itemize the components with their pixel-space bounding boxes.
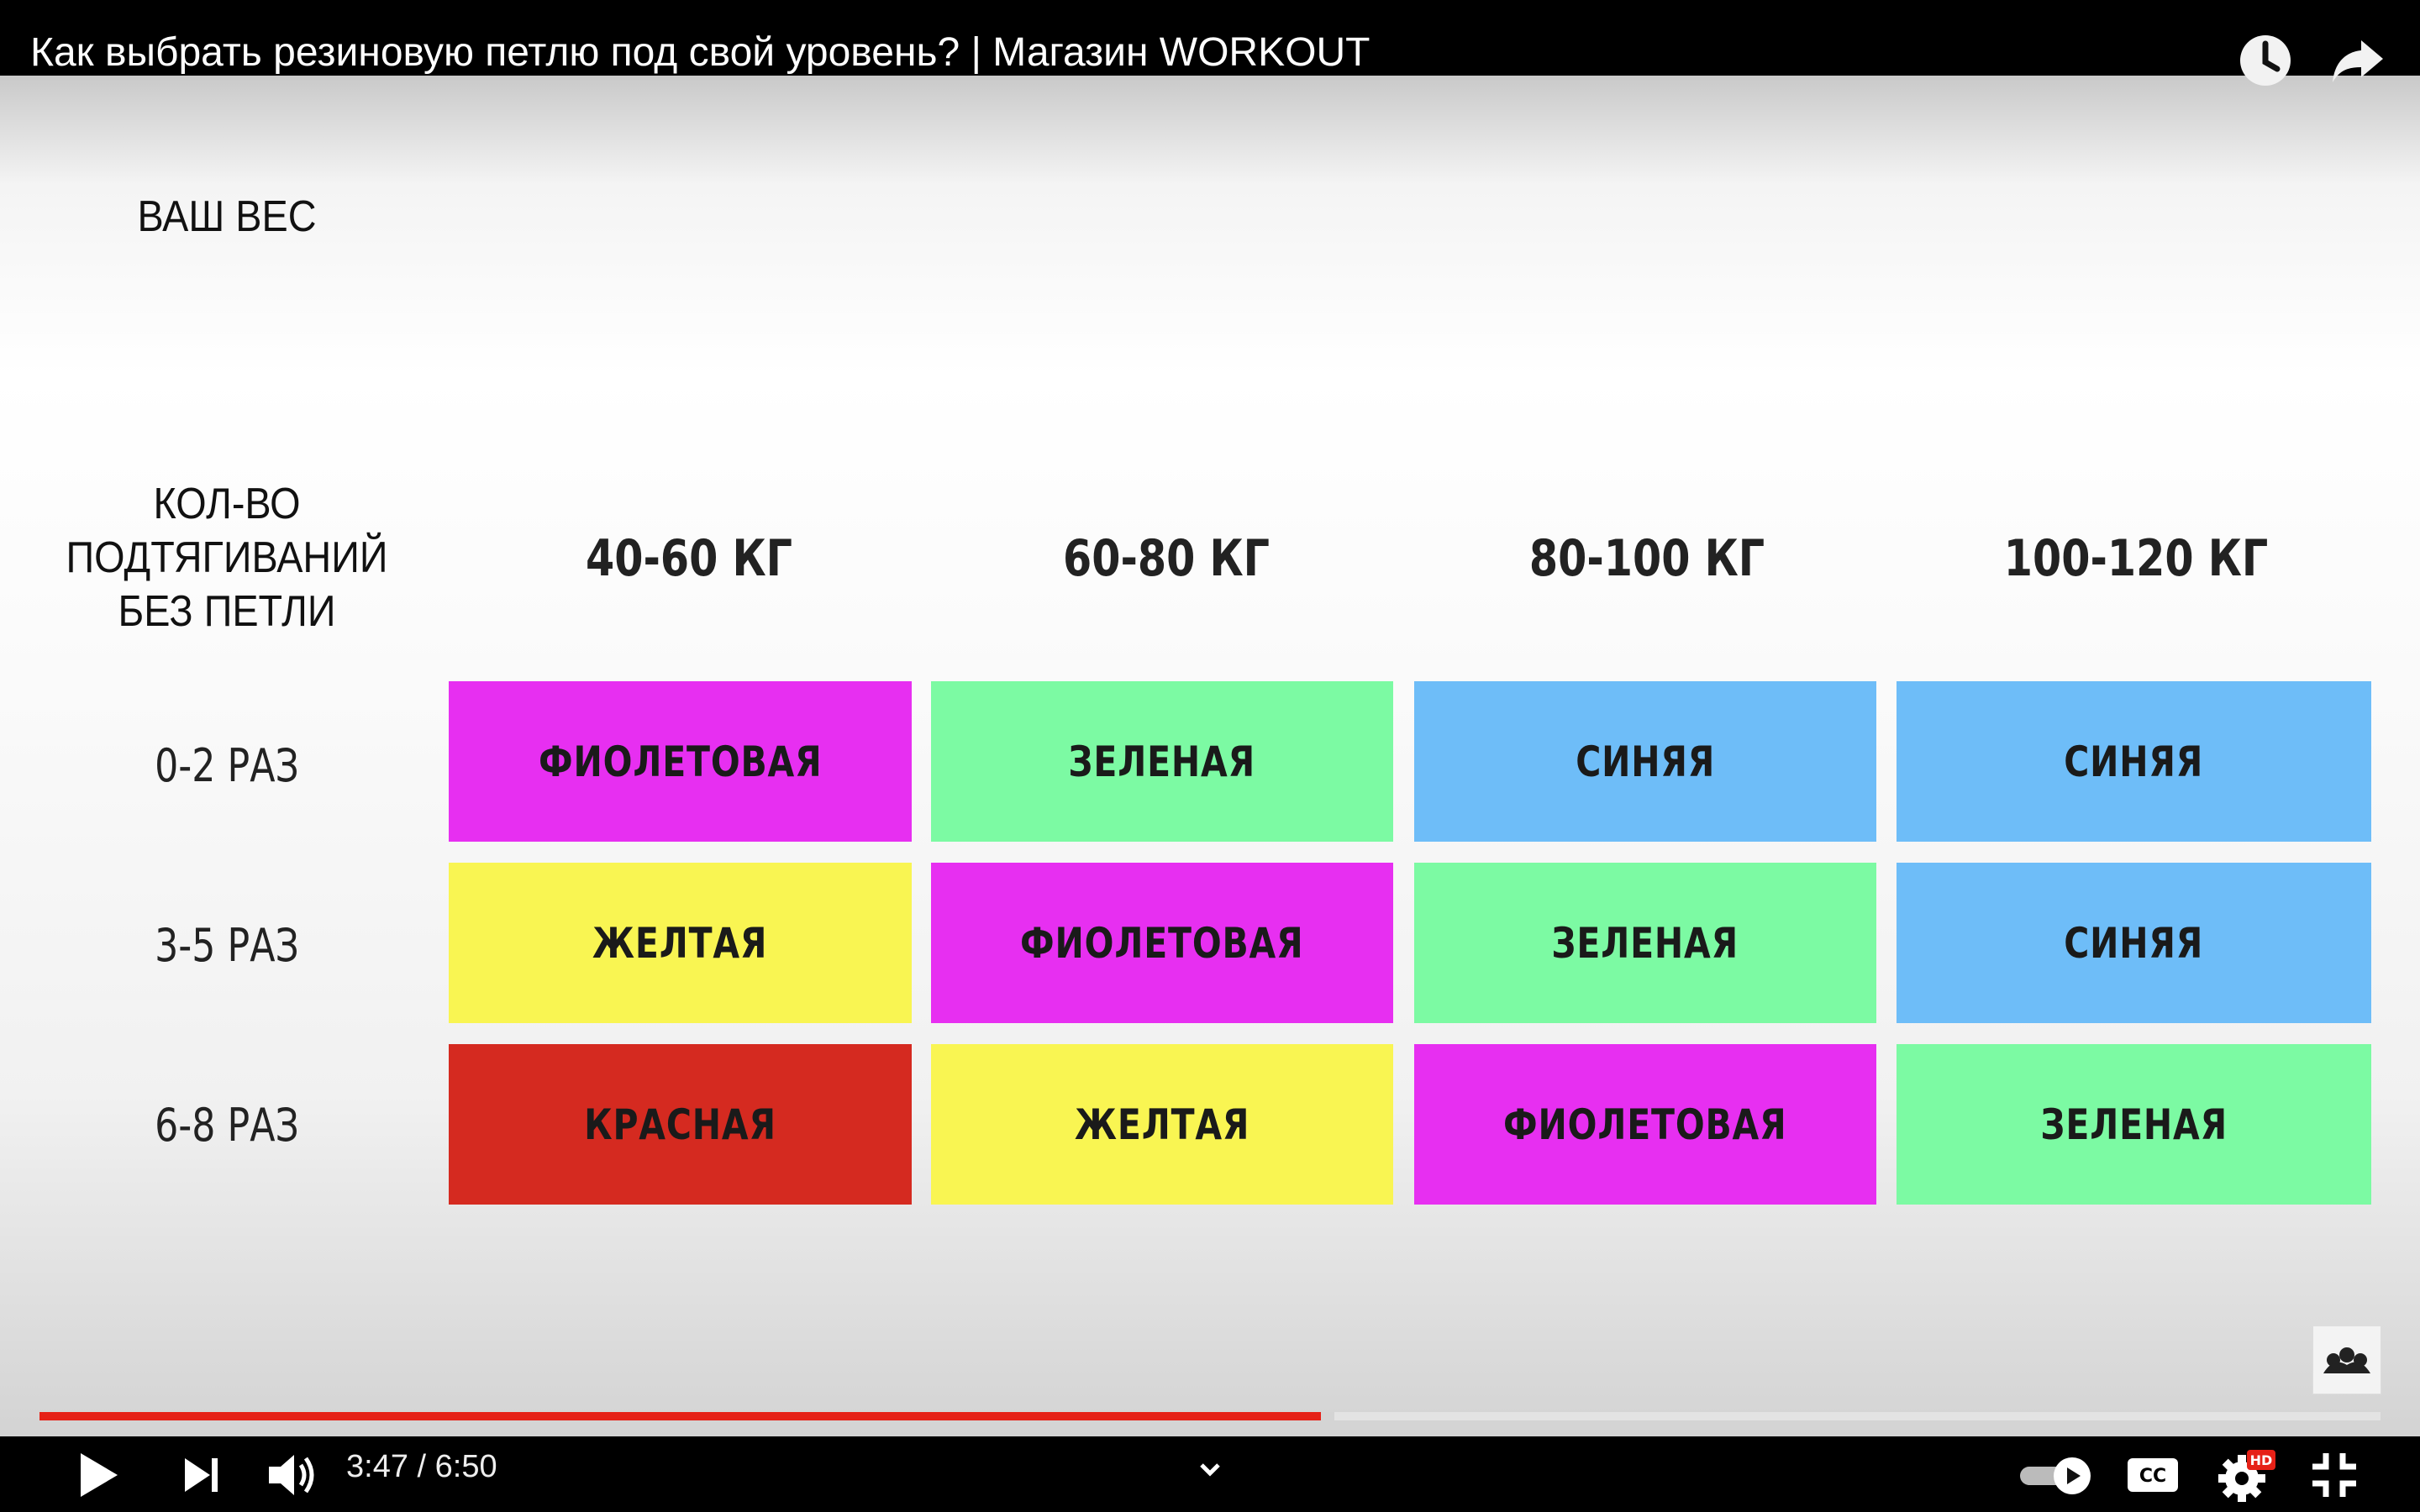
band-cell: ФИОЛЕТОВАЯ — [449, 681, 912, 842]
pullups-header-line3: БЕЗ ПЕТЛИ — [118, 587, 336, 636]
band-cell: ЖЕЛТАЯ — [449, 863, 912, 1023]
duration: 6:50 — [434, 1449, 497, 1484]
play-icon[interactable] — [66, 1441, 133, 1509]
band-cell: ЗЕЛЕНАЯ — [1414, 863, 1876, 1023]
band-cell-label: ЖЕЛТАЯ — [592, 918, 768, 968]
autoplay-toggle-icon[interactable] — [2017, 1441, 2101, 1509]
band-cell-label: ЗЕЛЕНАЯ — [1551, 918, 1739, 968]
band-cell-label: ФИОЛЕТОВАЯ — [1503, 1100, 1787, 1149]
row-label-3-5: 3-5 РАЗ — [155, 919, 299, 972]
band-cell: КРАСНАЯ — [449, 1044, 912, 1205]
volume-icon[interactable] — [259, 1441, 326, 1509]
chevron-down-icon[interactable] — [1176, 1441, 1244, 1509]
cc-icon[interactable]: CC — [2119, 1441, 2186, 1509]
band-cell: СИНЯЯ — [1897, 863, 2371, 1023]
clock-icon[interactable] — [2235, 30, 2296, 91]
band-cell: СИНЯЯ — [1414, 681, 1876, 842]
band-cell-label: КРАСНАЯ — [584, 1100, 776, 1149]
weight-column-100-120: 100-120 КГ — [2003, 529, 2269, 588]
pullups-header-line1: КОЛ-ВО — [153, 480, 301, 528]
pullups-header: КОЛ-ВО ПОДТЯГИВАНИЙ БЕЗ ПЕТЛИ — [38, 477, 416, 638]
band-cell-label: СИНЯЯ — [2064, 918, 2204, 968]
band-cell-label: СИНЯЯ — [1576, 737, 1715, 786]
weight-column-60-80: 60-80 КГ — [1062, 529, 1270, 588]
video-title[interactable]: Как выбрать резиновую петлю под свой уро… — [30, 29, 1370, 77]
time-display: 3:47 / 6:50 — [346, 1443, 497, 1490]
video-player[interactable]: ВАШ ВЕС КОЛ-ВО ПОДТЯГИВАНИЙ БЕЗ ПЕТЛИ 40… — [0, 0, 2420, 1512]
cc-label: CC — [2139, 1466, 2166, 1487]
band-cell-label: ФИОЛЕТОВАЯ — [538, 737, 823, 786]
band-cell-label: ЗЕЛЕНАЯ — [1068, 737, 1256, 786]
band-cell: ЖЕЛТАЯ — [931, 1044, 1393, 1205]
weight-column-40-60: 40-60 КГ — [585, 529, 793, 588]
gear-icon[interactable]: HD — [2210, 1441, 2277, 1509]
band-cell: ЗЕЛЕНАЯ — [1897, 1044, 2371, 1205]
hd-badge: HD — [2250, 1452, 2273, 1468]
band-cell: ФИОЛЕТОВАЯ — [1414, 1044, 1876, 1205]
current-time: 3:47 — [346, 1449, 408, 1484]
progress-bar[interactable] — [39, 1412, 2381, 1420]
share-arrow-icon[interactable] — [2328, 30, 2388, 91]
exit-fullscreen-icon[interactable] — [2301, 1441, 2368, 1509]
time-separator: / — [417, 1449, 427, 1484]
next-icon[interactable] — [168, 1441, 235, 1509]
band-cell-label: ЗЕЛЕНАЯ — [2040, 1100, 2228, 1149]
pullups-header-line2: ПОДТЯГИВАНИЙ — [66, 533, 388, 582]
band-cell-label: ФИОЛЕТОВАЯ — [1020, 918, 1304, 968]
progress-played — [39, 1412, 1322, 1420]
row-label-0-2: 0-2 РАЗ — [155, 739, 299, 792]
row-label-6-8: 6-8 РАЗ — [155, 1099, 299, 1152]
video-frame[interactable]: ВАШ ВЕС КОЛ-ВО ПОДТЯГИВАНИЙ БЕЗ ПЕТЛИ 40… — [0, 76, 2420, 1436]
band-cell: ЗЕЛЕНАЯ — [931, 681, 1393, 842]
band-cell-label: ЖЕЛТАЯ — [1074, 1100, 1250, 1149]
weight-header: ВАШ ВЕС — [137, 192, 317, 241]
weight-column-80-100: 80-100 КГ — [1528, 529, 1765, 588]
band-cell: ФИОЛЕТОВАЯ — [931, 863, 1393, 1023]
band-cell-label: СИНЯЯ — [2064, 737, 2204, 786]
band-cell: СИНЯЯ — [1897, 681, 2371, 842]
channel-logo-icon[interactable] — [2312, 1326, 2381, 1394]
